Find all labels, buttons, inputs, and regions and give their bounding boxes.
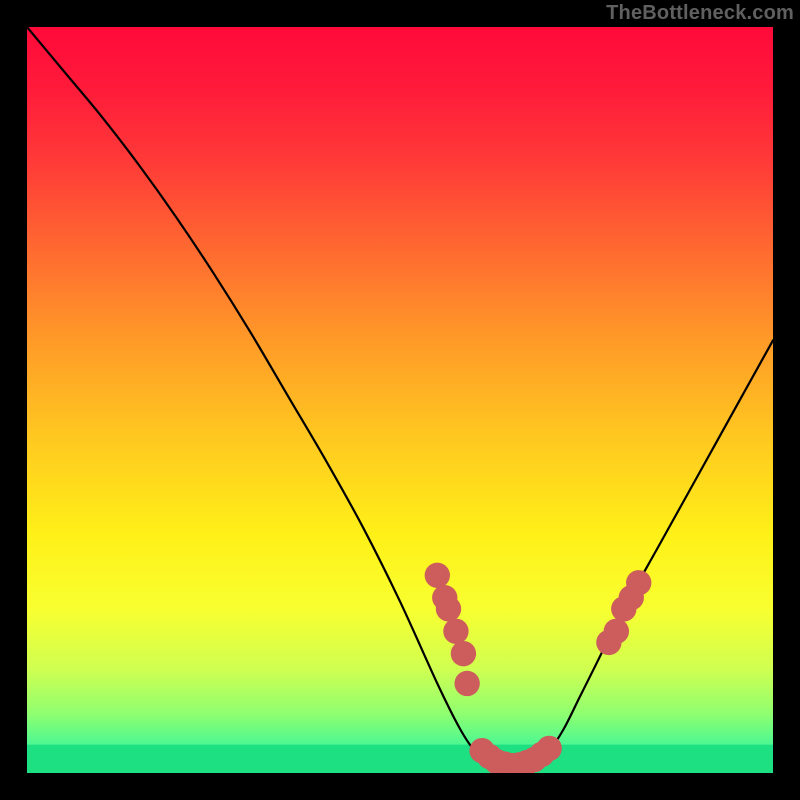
marker-dot	[454, 671, 479, 696]
marker-dot	[604, 619, 629, 644]
marker-dot	[626, 570, 651, 595]
marker-dot	[436, 596, 461, 621]
chart-container	[27, 27, 773, 773]
bottleneck-chart	[27, 27, 773, 773]
gradient-background	[27, 27, 773, 773]
watermark-text: TheBottleneck.com	[606, 2, 794, 25]
marker-dot	[443, 619, 468, 644]
marker-dot	[537, 736, 562, 761]
green-bottom-band	[27, 745, 773, 773]
marker-dot	[451, 641, 476, 666]
marker-dot	[425, 563, 450, 588]
